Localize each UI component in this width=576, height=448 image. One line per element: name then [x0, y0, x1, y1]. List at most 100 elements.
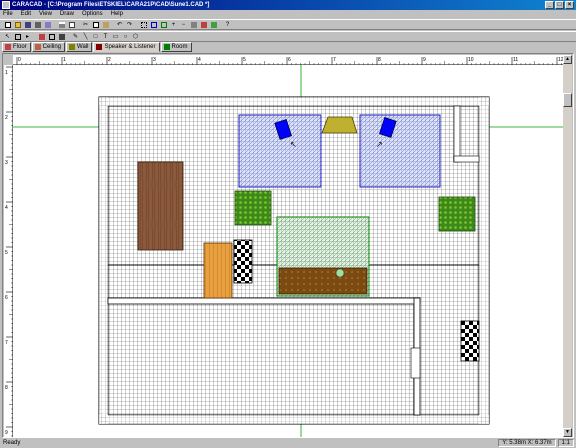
zoom-level: 1:1	[557, 439, 574, 447]
tab-room[interactable]: Room	[160, 42, 192, 52]
ruler-label-x: 11	[513, 57, 518, 63]
minimize-button[interactable]: _	[545, 1, 554, 9]
zoom-in-icon[interactable]: +	[169, 20, 178, 29]
tab-wall[interactable]: Wall	[66, 42, 93, 52]
coordinate-readout: Y: 5.38m X: 6.37m	[498, 439, 556, 447]
line-icon[interactable]: ╲	[81, 32, 90, 41]
zoom-out-icon[interactable]: −	[179, 20, 188, 29]
text-icon[interactable]: T	[101, 32, 110, 41]
scroll-thumb[interactable]	[563, 93, 572, 107]
tab-floor[interactable]: Floor	[2, 42, 31, 52]
print-preview-icon[interactable]	[67, 20, 76, 29]
calculate-icon[interactable]	[209, 20, 218, 29]
vertical-scrollbar[interactable]: ▲ ▼	[563, 55, 572, 437]
main-toolbar: ✂ ↶ ↷ + − ?	[0, 19, 576, 30]
rectangle-icon[interactable]	[47, 32, 56, 41]
scroll-down-arrow-icon[interactable]: ▼	[563, 428, 572, 437]
checkered-cabinet-2	[460, 320, 480, 362]
armchair-left	[234, 190, 272, 226]
corner-wall-vertical	[453, 105, 461, 163]
box-icon[interactable]: □	[91, 32, 100, 41]
paste-icon[interactable]	[101, 20, 110, 29]
grid-icon[interactable]	[139, 20, 148, 29]
floor-icon	[5, 44, 11, 50]
close-button[interactable]: ×	[565, 1, 574, 9]
ruler-label-x: 3	[153, 57, 156, 63]
speaker-listener-icon	[96, 44, 103, 50]
listening-area-right	[359, 114, 441, 188]
floor-plan-canvas[interactable]: ↖ ↗	[13, 65, 566, 437]
svg-text:↗: ↗	[376, 140, 383, 149]
window-title: CARACAD - [C:\Program Files\ETSKIEL\CARA…	[12, 2, 210, 8]
ruler-label-x: 10	[468, 57, 474, 63]
wall-icon	[69, 44, 76, 50]
undo-icon[interactable]: ↶	[115, 20, 124, 29]
ruler-label-y: 8	[5, 385, 8, 391]
view-3d-icon[interactable]	[189, 20, 198, 29]
menu-bar: File Edit View Draw Options Help	[0, 10, 576, 19]
ruler-label-x: 7	[333, 57, 336, 63]
new-file-icon[interactable]	[3, 20, 12, 29]
polygon-icon[interactable]: ⬡	[131, 32, 140, 41]
tab-bar: Floor Ceiling Wall Speaker & Listener Ro…	[2, 42, 192, 52]
zoom-area-icon[interactable]	[159, 20, 168, 29]
rect-draw-icon[interactable]: ▭	[111, 32, 120, 41]
ceiling-icon	[34, 44, 41, 50]
listener-position	[335, 268, 345, 278]
render-icon[interactable]	[199, 20, 208, 29]
object-icon[interactable]	[37, 32, 46, 41]
room-icon	[163, 44, 170, 50]
help-icon[interactable]: ?	[223, 20, 232, 29]
drawing-window: 0 1 2 3 4 5 6 7 8 9 10 11 12 123456789 ↖…	[2, 53, 576, 446]
menu-view[interactable]: View	[39, 10, 52, 19]
ruler-label-x: 1	[63, 57, 66, 63]
maximize-button[interactable]: □	[555, 1, 564, 9]
select-box-icon[interactable]	[13, 32, 22, 41]
bookshelf	[203, 242, 233, 299]
scroll-up-arrow-icon[interactable]: ▲	[563, 55, 572, 64]
inner-partition-wall-horizontal	[107, 297, 421, 305]
corner-wall-horizontal	[453, 155, 480, 163]
armchair-right	[438, 196, 476, 232]
menu-draw[interactable]: Draw	[60, 10, 74, 19]
select-arrow-icon[interactable]: ↖	[3, 32, 12, 41]
circle-icon[interactable]: ○	[121, 32, 130, 41]
ruler-label-x: 5	[243, 57, 246, 63]
ruler-label-y: 1	[5, 70, 8, 76]
open-folder-icon[interactable]	[13, 20, 22, 29]
redo-icon[interactable]: ↷	[125, 20, 134, 29]
export-icon[interactable]	[43, 20, 52, 29]
app-icon[interactable]	[2, 1, 10, 9]
svg-text:↖: ↖	[290, 140, 297, 149]
ruler-label-y: 4	[5, 205, 8, 211]
horizontal-ruler: 0 1 2 3 4 5 6 7 8 9 10 11 12	[13, 55, 576, 65]
tab-speaker-listener[interactable]: Speaker & Listener	[93, 42, 160, 52]
zoom-fit-icon[interactable]	[149, 20, 158, 29]
fill-icon[interactable]	[57, 32, 66, 41]
ruler-label-y: 9	[5, 430, 8, 436]
menu-options[interactable]: Options	[82, 10, 103, 19]
save-icon[interactable]	[23, 20, 32, 29]
copy-icon[interactable]	[91, 20, 100, 29]
draw-toolbar: ↖ ▸ ✎ ╲ □ T ▭ ○ ⬡	[0, 31, 576, 42]
cut-icon[interactable]: ✂	[81, 20, 90, 29]
status-bar: Ready Y: 5.38m X: 6.37m 1:1	[0, 438, 576, 448]
door-opening	[410, 347, 421, 379]
pointer-icon[interactable]: ▸	[23, 32, 32, 41]
ruler-label-y: 2	[5, 115, 8, 121]
menu-file[interactable]: File	[3, 10, 13, 19]
edit-icon[interactable]: ✎	[71, 32, 80, 41]
vertical-ruler: 1 2 3 4 5 6 7 8 9	[4, 65, 13, 446]
ruler-label-x: 6	[288, 57, 291, 63]
tab-ceiling[interactable]: Ceiling	[31, 42, 66, 52]
menu-help[interactable]: Help	[111, 10, 123, 19]
ruler-label-x: 0	[18, 57, 21, 63]
table	[137, 161, 184, 251]
ruler-label-x: 2	[108, 57, 111, 63]
center-speaker	[321, 116, 358, 134]
sofa	[278, 267, 368, 295]
print-icon[interactable]	[57, 20, 66, 29]
save-as-icon[interactable]	[33, 20, 42, 29]
menu-edit[interactable]: Edit	[21, 10, 31, 19]
ruler-label-x: 9	[423, 57, 426, 63]
